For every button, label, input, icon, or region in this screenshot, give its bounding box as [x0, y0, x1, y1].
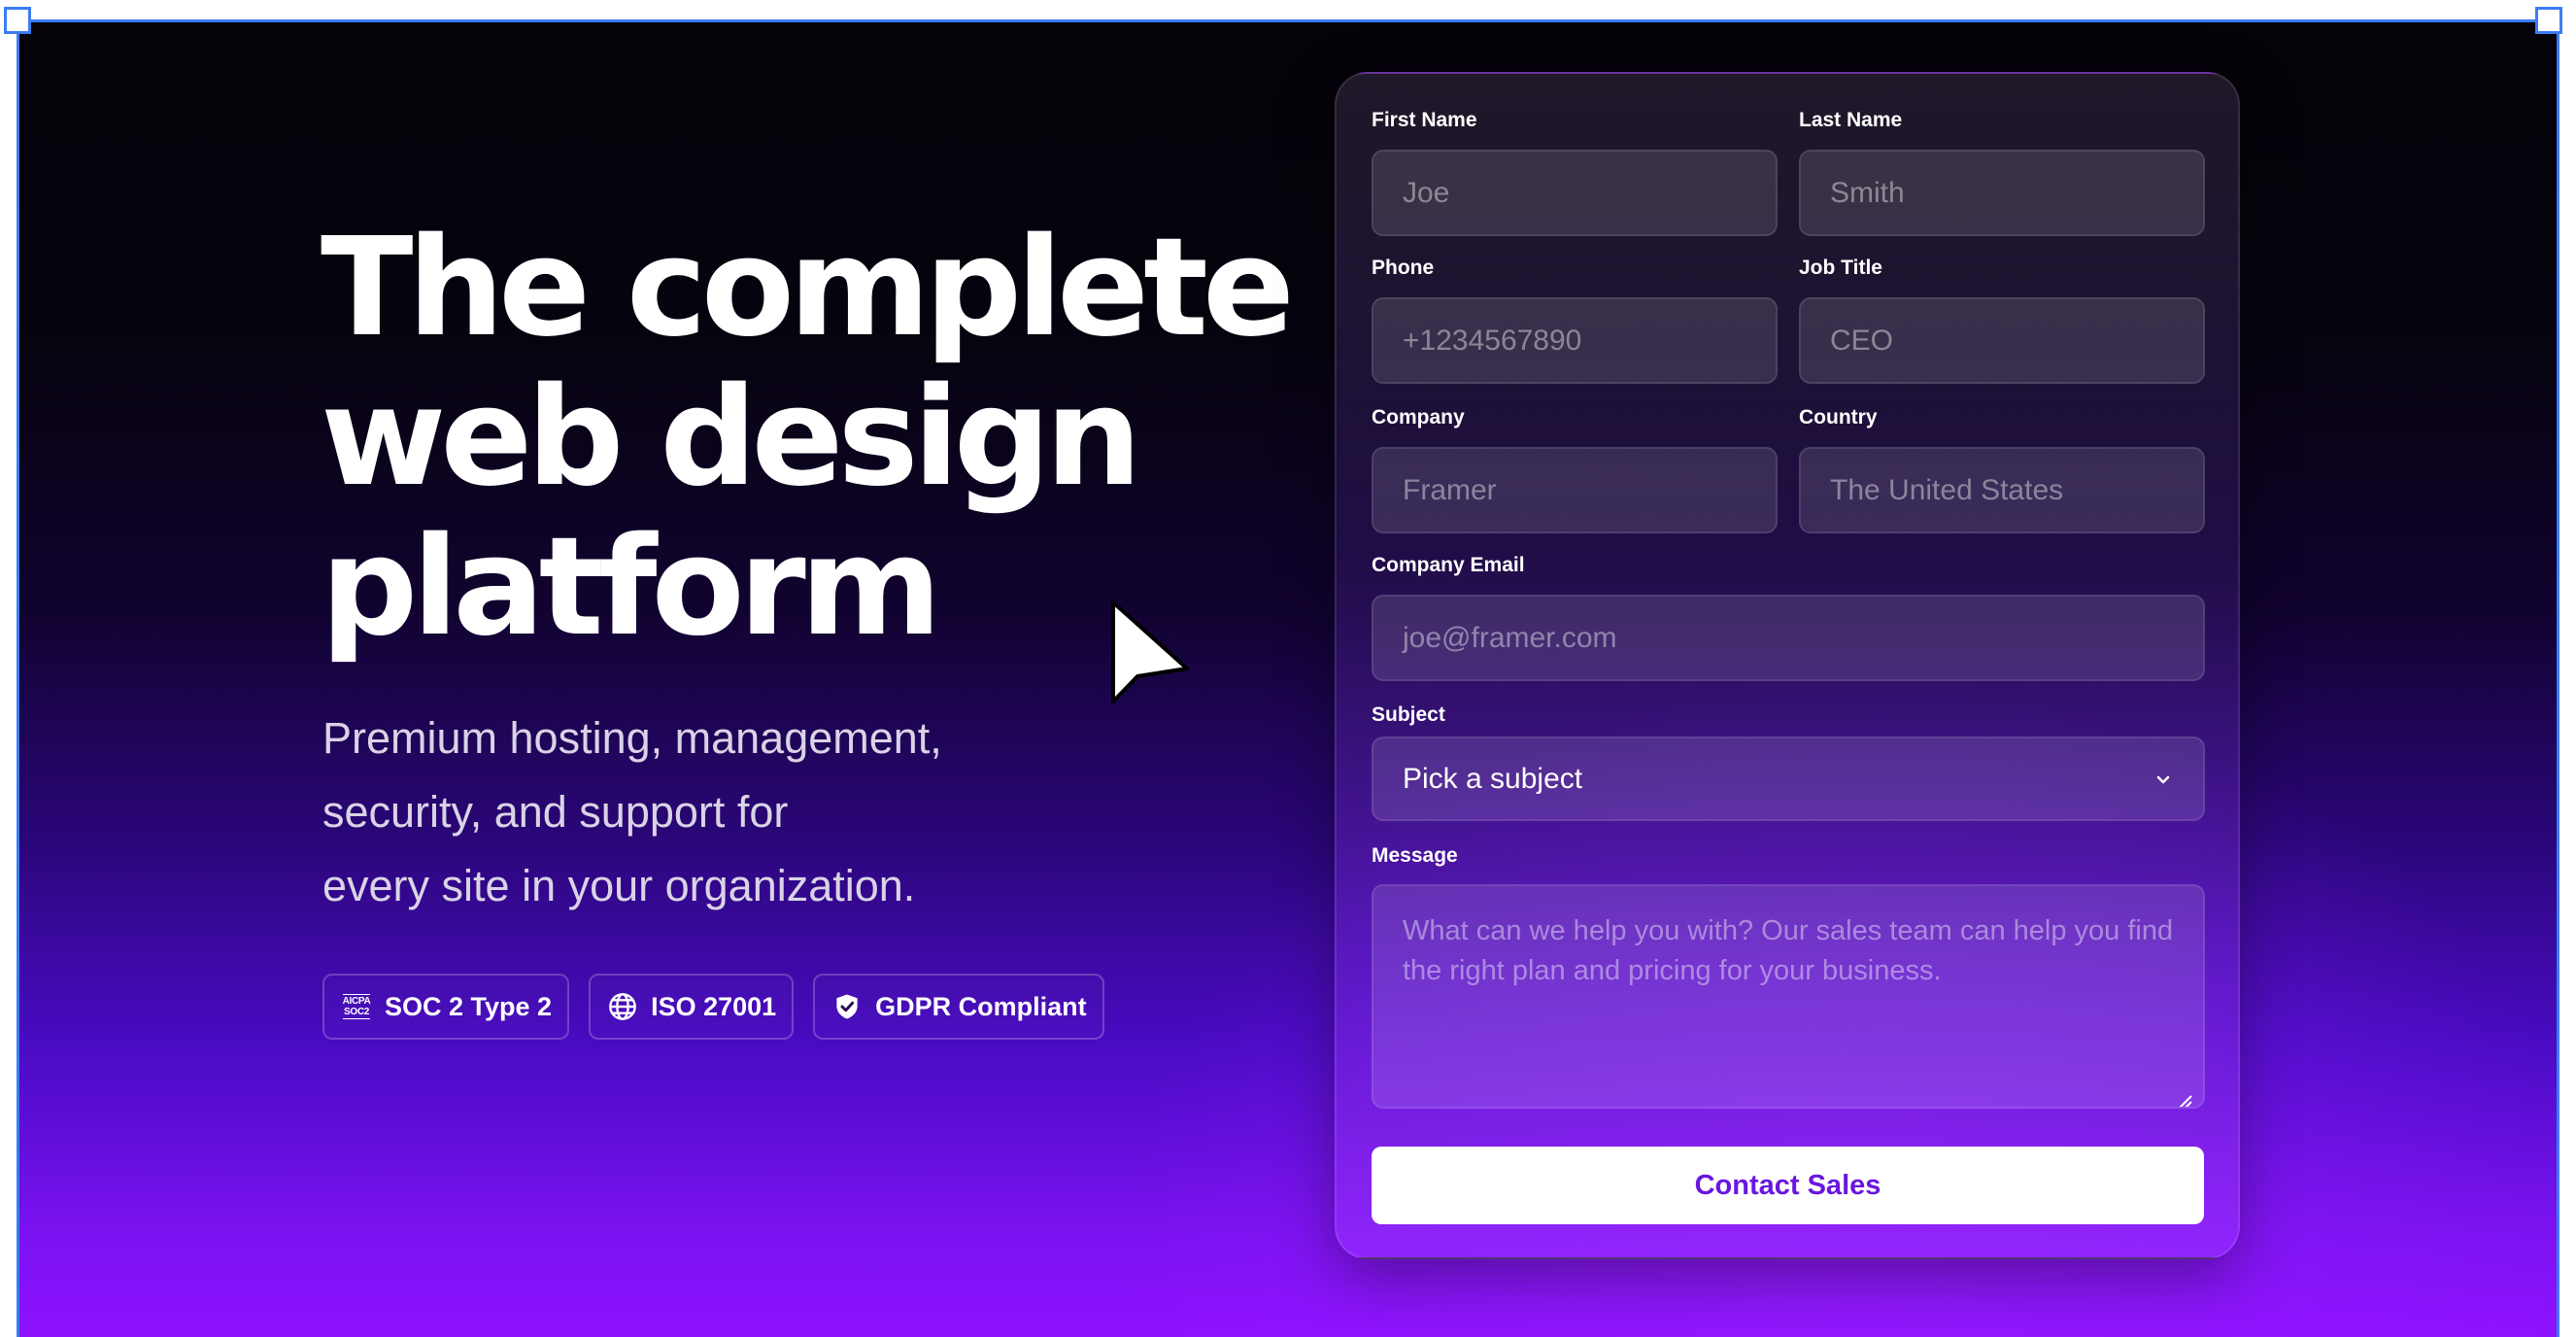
- phone-placeholder: +1234567890: [1403, 324, 1582, 357]
- compliance-badges: AICPA SOC2 SOC 2 Type 2 ISO 27001 GDPR C…: [322, 974, 1104, 1040]
- subject-select[interactable]: Pick a subject: [1372, 737, 2205, 821]
- company-placeholder: Framer: [1403, 473, 1497, 506]
- job-title-field[interactable]: CEO: [1799, 297, 2205, 384]
- canvas: The complete web design platform Premium…: [0, 0, 2576, 1337]
- hero-title-line: web design: [321, 359, 1142, 517]
- message-label: Message: [1372, 844, 1458, 867]
- badge-gdpr: GDPR Compliant: [813, 974, 1104, 1040]
- hero-title-line: The complete: [321, 209, 1295, 367]
- country-field[interactable]: The United States: [1799, 447, 2205, 533]
- hero-subtitle-line: security, and support for: [322, 787, 789, 837]
- company-email-placeholder: joe@framer.com: [1403, 621, 1617, 654]
- first-name-placeholder: Joe: [1403, 176, 1450, 209]
- company-label: Company: [1372, 406, 1465, 429]
- subject-label: Subject: [1372, 703, 1445, 726]
- globe-icon: [606, 990, 639, 1023]
- phone-field[interactable]: +1234567890: [1372, 297, 1778, 384]
- first-name-label: First Name: [1372, 109, 1477, 131]
- resize-handle-top-left[interactable]: [4, 7, 31, 34]
- badge-iso: ISO 27001: [589, 974, 795, 1040]
- aicpa-icon-text: AICPA: [342, 996, 371, 1007]
- badge-soc2: AICPA SOC2 SOC 2 Type 2: [322, 974, 570, 1040]
- company-email-field[interactable]: joe@framer.com: [1372, 595, 2205, 681]
- message-textarea[interactable]: What can we help you with? Our sales tea…: [1372, 884, 2205, 1109]
- first-name-field[interactable]: Joe: [1372, 150, 1778, 236]
- badge-label: SOC 2 Type 2: [385, 991, 553, 1021]
- company-field[interactable]: Framer: [1372, 447, 1778, 533]
- country-label: Country: [1799, 406, 1878, 429]
- shield-check-icon: [830, 990, 864, 1023]
- aicpa-soc2-icon: AICPA SOC2: [340, 990, 373, 1023]
- soc2-icon-text: SOC2: [343, 1007, 370, 1017]
- resize-grip-icon[interactable]: [2176, 1081, 2193, 1107]
- badge-label: ISO 27001: [651, 991, 777, 1021]
- job-title-label: Job Title: [1799, 257, 1882, 279]
- contact-sales-button[interactable]: Contact Sales: [1372, 1147, 2204, 1224]
- hero-subtitle-line: every site in your organization.: [322, 861, 916, 910]
- country-placeholder: The United States: [1830, 473, 2064, 506]
- chevron-down-icon: [2152, 769, 2174, 790]
- last-name-field[interactable]: Smith: [1799, 150, 2205, 236]
- last-name-placeholder: Smith: [1830, 176, 1905, 209]
- phone-label: Phone: [1372, 257, 1435, 279]
- job-title-placeholder: CEO: [1830, 324, 1894, 357]
- message-placeholder: What can we help you with? Our sales tea…: [1403, 915, 2174, 986]
- subject-value: Pick a subject: [1403, 762, 1583, 795]
- mouse-pointer-icon: [1105, 597, 1193, 713]
- company-email-label: Company Email: [1372, 554, 1525, 576]
- last-name-label: Last Name: [1799, 109, 1903, 131]
- hero-subtitle-line: Premium hosting, management,: [322, 713, 942, 763]
- badge-label: GDPR Compliant: [875, 991, 1087, 1021]
- hero-title: The complete web design platform: [321, 209, 1295, 663]
- hero-subtitle: Premium hosting, management, security, a…: [322, 702, 1197, 923]
- resize-handle-top-right[interactable]: [2535, 7, 2562, 34]
